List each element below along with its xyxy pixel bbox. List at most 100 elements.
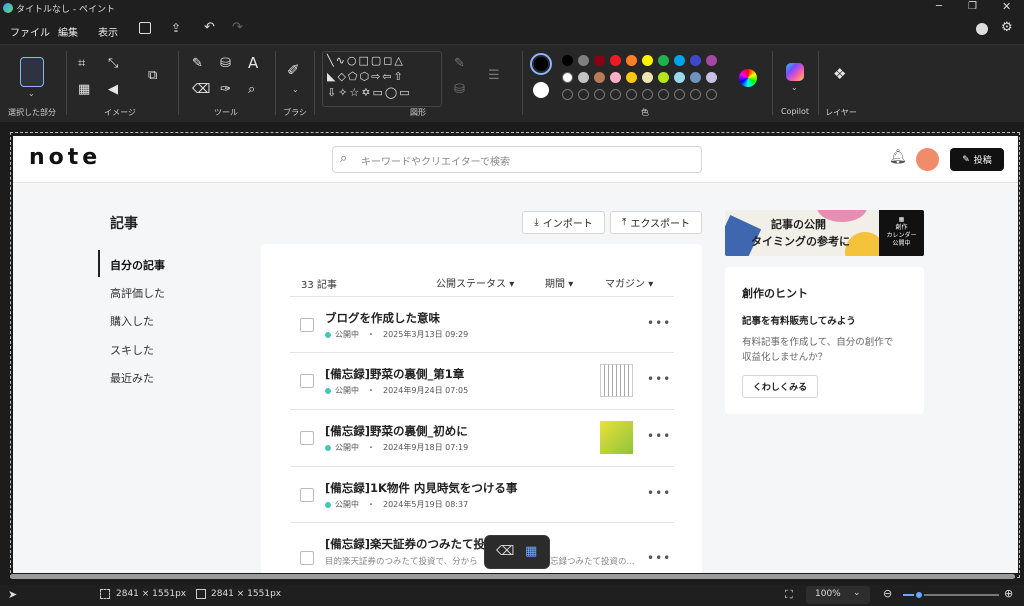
sidebar-item-purchased[interactable]: 購入した — [110, 313, 154, 329]
zoom-select[interactable]: 100% ⌄ — [806, 586, 870, 604]
more-options-icon[interactable]: ••• — [647, 372, 671, 386]
color1-selector[interactable] — [530, 53, 552, 75]
color-swatch[interactable] — [658, 55, 669, 66]
menu-file[interactable]: ファイル — [10, 24, 50, 39]
custom-color-slot[interactable] — [642, 89, 653, 100]
undo-icon[interactable]: ↶ — [204, 20, 215, 35]
share-icon[interactable]: ⇪ — [171, 21, 181, 35]
article-title[interactable]: [備忘録]1K物件 内見時気をつける事 — [325, 480, 517, 496]
menu-edit[interactable]: 編集 — [58, 24, 78, 39]
color-swatch[interactable] — [690, 55, 701, 66]
avatar[interactable] — [916, 148, 939, 171]
save-icon[interactable] — [139, 22, 151, 34]
account-icon[interactable] — [976, 23, 988, 35]
zoom-slider-thumb[interactable] — [914, 590, 924, 600]
color-swatch[interactable] — [674, 55, 685, 66]
minimize-icon[interactable]: ─ — [936, 1, 942, 12]
color-swatch[interactable] — [594, 72, 605, 83]
erase-selection-icon[interactable]: ⌫ — [496, 544, 514, 559]
brush-icon[interactable]: ✐ — [287, 63, 300, 78]
row-checkbox[interactable] — [300, 374, 314, 388]
custom-color-slot[interactable] — [658, 89, 669, 100]
magnifier-icon[interactable]: ⌕ — [248, 83, 255, 97]
export-button[interactable]: ⤒ エクスポート — [610, 211, 702, 234]
selection-dropdown-icon[interactable]: ⌄ — [28, 89, 35, 98]
more-options-icon[interactable]: ••• — [647, 429, 671, 443]
rotate-icon[interactable]: ◀ — [108, 83, 118, 97]
row-checkbox[interactable] — [300, 551, 314, 565]
color-swatch[interactable] — [562, 72, 573, 83]
copilot-dropdown-icon[interactable]: ⌄ — [791, 83, 798, 92]
note-logo[interactable]: note — [29, 145, 101, 170]
edit-colors-icon[interactable] — [739, 69, 757, 87]
period-filter[interactable]: 期間 ▾ — [545, 275, 573, 290]
fill-bucket-icon[interactable]: ⛁ — [220, 57, 231, 71]
color-swatch[interactable] — [562, 55, 573, 66]
restore-icon[interactable]: ❐ — [968, 1, 977, 12]
post-button[interactable]: ✎ 投稿 — [950, 148, 1004, 171]
more-options-icon[interactable]: ••• — [647, 551, 671, 565]
custom-color-slot[interactable] — [578, 89, 589, 100]
zoom-out-icon[interactable]: ⊖ — [883, 587, 892, 600]
custom-color-slot[interactable] — [674, 89, 685, 100]
image-generator-icon[interactable]: ⧉ — [148, 69, 157, 83]
text-tool-icon[interactable]: A — [248, 56, 258, 71]
bell-icon[interactable]: 🔔︎ — [889, 149, 907, 165]
color-swatch[interactable] — [610, 72, 621, 83]
calendar-banner[interactable]: 記事の公開 タイミングの参考に ▦ 創作 カレンダー 公開中 — [725, 210, 924, 256]
copilot-icon[interactable] — [786, 63, 804, 81]
article-title[interactable]: [備忘録]楽天証券のつみたて投 — [325, 536, 485, 552]
close-icon[interactable]: ✕ — [1002, 0, 1011, 13]
resize-icon[interactable]: ⤡ — [108, 57, 118, 71]
row-checkbox[interactable] — [300, 318, 314, 332]
more-options-icon[interactable]: ••• — [647, 486, 671, 500]
custom-color-slot[interactable] — [626, 89, 637, 100]
sidebar-item-suki[interactable]: スキした — [110, 342, 154, 358]
color-swatch[interactable] — [642, 72, 653, 83]
custom-color-slot[interactable] — [706, 89, 717, 100]
fit-to-window-icon[interactable]: ⛶ — [785, 588, 793, 602]
zoom-slider[interactable] — [903, 590, 999, 600]
brush-dropdown-icon[interactable]: ⌄ — [292, 85, 299, 94]
custom-color-slot[interactable] — [690, 89, 701, 100]
menu-view[interactable]: 表示 — [98, 24, 118, 39]
horizontal-scrollbar[interactable] — [10, 574, 1015, 579]
color-swatch[interactable] — [706, 72, 717, 83]
remove-background-icon[interactable]: ▦ — [525, 544, 537, 559]
color-swatch[interactable] — [642, 55, 653, 66]
color-swatch[interactable] — [690, 72, 701, 83]
sidebar-item-liked[interactable]: 高評価した — [110, 285, 165, 301]
canvas-image[interactable]: note ⌕ キーワードやクリエイターで検索 🔔︎ ✎ 投稿 記事 自分の記事 高… — [13, 136, 1018, 573]
eraser-icon[interactable]: ⌫ — [192, 83, 210, 97]
magazine-filter[interactable]: マガジン ▾ — [605, 275, 653, 290]
row-checkbox[interactable] — [300, 488, 314, 502]
row-checkbox[interactable] — [300, 431, 314, 445]
article-title[interactable]: ブログを作成した意味 — [325, 310, 440, 326]
background-remove-icon[interactable]: ▦ — [78, 83, 90, 97]
article-title[interactable]: [備忘録]野菜の裏側_初めに — [325, 423, 468, 439]
shapes-gallery[interactable]: ╲∿○□▢◻△ ◣◇⬠⬡⇨⇦⇧ ⇩✧☆✡▭◯▭ — [322, 51, 442, 107]
custom-color-slot[interactable] — [610, 89, 621, 100]
color2-selector[interactable] — [533, 82, 549, 98]
import-button[interactable]: ⤓ インポート — [522, 211, 605, 234]
color-swatch[interactable] — [658, 72, 669, 83]
zoom-in-icon[interactable]: ⊕ — [1004, 587, 1013, 600]
color-swatch[interactable] — [626, 72, 637, 83]
pencil-icon[interactable]: ✎ — [192, 57, 203, 71]
layers-icon[interactable]: ❖ — [833, 67, 846, 82]
color-swatch[interactable] — [626, 55, 637, 66]
color-swatch[interactable] — [674, 72, 685, 83]
selection-tool-icon[interactable] — [20, 57, 44, 87]
search-input[interactable]: ⌕ キーワードやクリエイターで検索 — [332, 146, 702, 173]
settings-gear-icon[interactable]: ⚙ — [1001, 20, 1013, 35]
status-filter[interactable]: 公開ステータス ▾ — [436, 275, 514, 290]
crop-icon[interactable]: ⌗ — [78, 57, 85, 71]
color-swatch[interactable] — [610, 55, 621, 66]
custom-color-slot[interactable] — [594, 89, 605, 100]
color-swatch[interactable] — [706, 55, 717, 66]
article-title[interactable]: [備忘録]野菜の裏側_第1章 — [325, 366, 464, 382]
color-swatch[interactable] — [594, 55, 605, 66]
custom-color-slot[interactable] — [562, 89, 573, 100]
sidebar-item-recent[interactable]: 最近みた — [110, 370, 154, 386]
sidebar-item-my-articles[interactable]: 自分の記事 — [110, 257, 165, 273]
